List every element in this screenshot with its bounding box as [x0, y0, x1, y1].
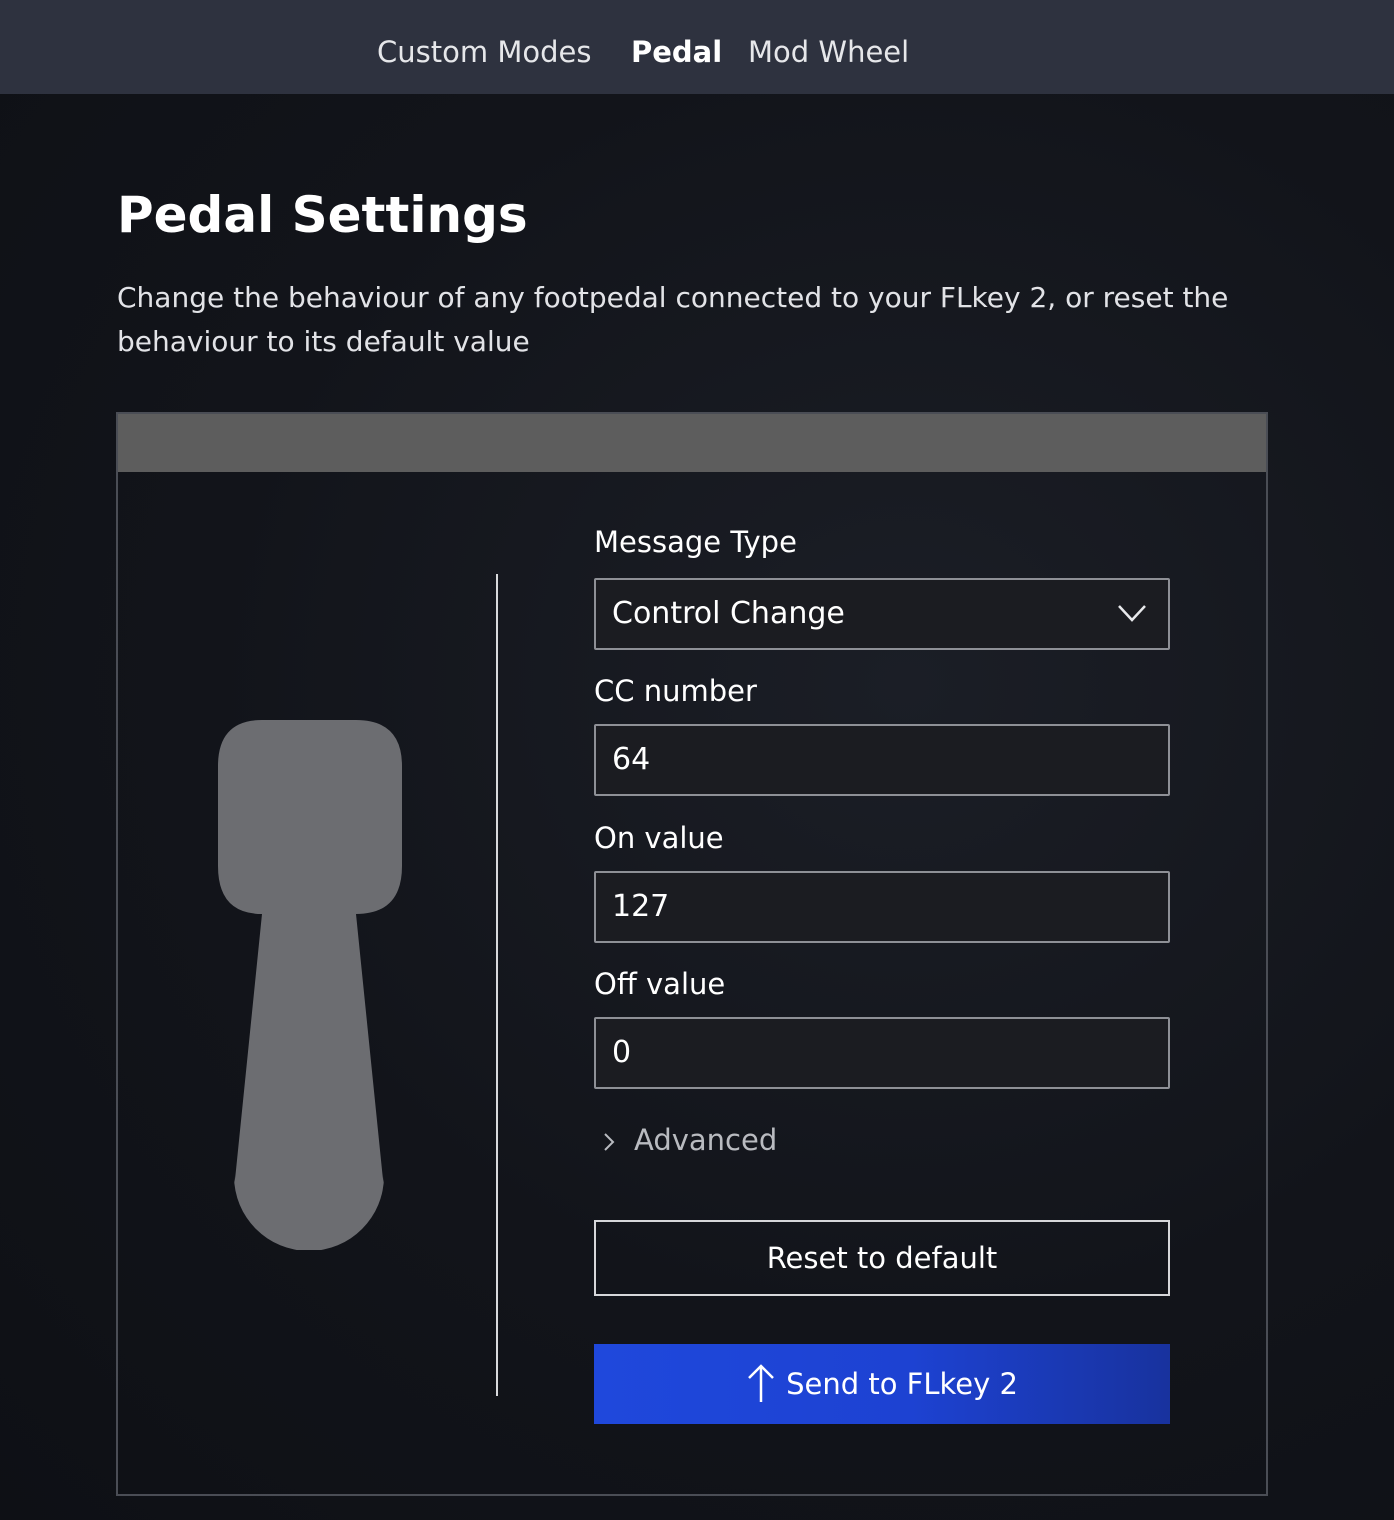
- chevron-right-icon: [604, 1133, 615, 1151]
- on-value-value: 127: [612, 889, 670, 924]
- off-value-value: 0: [612, 1035, 632, 1070]
- send-button-label: Send to FLkey 2: [786, 1367, 1018, 1401]
- message-type-select[interactable]: Control Change: [594, 578, 1170, 650]
- advanced-label: Advanced: [634, 1123, 778, 1157]
- page-description: Change the behaviour of any footpedal co…: [117, 281, 1229, 358]
- panel-header-bar: [118, 414, 1266, 472]
- message-type-value: Control Change: [612, 596, 845, 631]
- cc-number-input[interactable]: 64: [594, 724, 1170, 796]
- on-value-input[interactable]: 127: [594, 871, 1170, 943]
- page-title: Pedal Settings: [117, 186, 528, 244]
- chevron-down-icon: [1118, 605, 1146, 622]
- message-type-label: Message Type: [594, 525, 797, 559]
- arrow-up-icon: [748, 1364, 774, 1402]
- tab-pedal[interactable]: Pedal: [631, 30, 722, 74]
- pedal-illustration-icon: [218, 720, 402, 1250]
- off-value-label: Off value: [594, 967, 726, 1001]
- pedal-settings-panel: Message Type Control Change CC number 64…: [116, 412, 1268, 1496]
- cc-number-value: 64: [612, 742, 651, 777]
- cc-number-label: CC number: [594, 674, 757, 708]
- top-navigation: Custom Modes Pedal Mod Wheel: [0, 0, 1394, 94]
- tab-custom-modes[interactable]: Custom Modes: [377, 30, 591, 74]
- off-value-input[interactable]: 0: [594, 1017, 1170, 1089]
- panel-divider: [496, 574, 498, 1396]
- reset-to-default-button[interactable]: Reset to default: [594, 1220, 1170, 1296]
- tab-mod-wheel[interactable]: Mod Wheel: [748, 30, 909, 74]
- send-to-flkey-button[interactable]: Send to FLkey 2: [594, 1344, 1170, 1424]
- on-value-label: On value: [594, 821, 724, 855]
